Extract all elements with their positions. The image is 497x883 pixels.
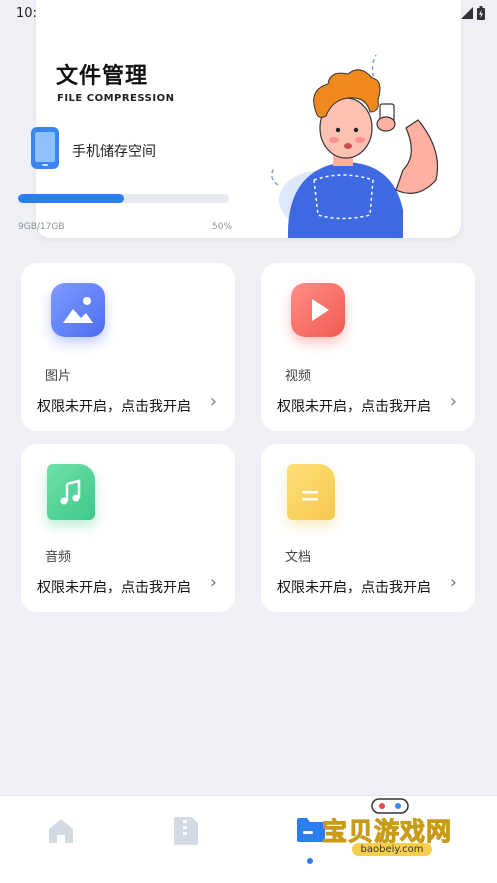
category-permission-text: 权限未开启，点击我开启	[37, 399, 191, 415]
category-card-audio[interactable]: 音频 权限未开启，点击我开启 ›	[21, 444, 235, 612]
nav-compress-button[interactable]	[172, 816, 208, 852]
category-name: 视频	[285, 369, 312, 384]
storage-label: 手机储存空间	[72, 144, 156, 160]
chevron-right-icon: ›	[209, 391, 217, 412]
chevron-right-icon: ›	[449, 572, 457, 593]
watermark-logo: 宝贝游戏网 baobeiy.com	[321, 796, 462, 876]
category-permission-text: 权限未开启，点击我开启	[37, 580, 191, 596]
active-tab-indicator	[307, 858, 313, 864]
zip-file-icon	[174, 817, 198, 845]
category-name: 图片	[45, 369, 72, 384]
phone-icon	[31, 127, 59, 169]
chevron-right-icon: ›	[449, 391, 457, 412]
document-icon	[287, 464, 335, 520]
battery-icon	[477, 6, 485, 20]
watermark-url: baobeiy.com	[352, 843, 432, 856]
category-card-documents[interactable]: 文档 权限未开启，点击我开启 ›	[261, 444, 475, 612]
storage-percent-text: 50%	[212, 222, 233, 232]
chevron-right-icon: ›	[209, 572, 217, 593]
category-permission-text: 权限未开启，点击我开启	[277, 399, 431, 415]
category-permission-text: 权限未开启，点击我开启	[277, 580, 431, 596]
category-card-videos[interactable]: 视频 权限未开启，点击我开启 ›	[261, 263, 475, 431]
storage-progress-bar	[18, 194, 229, 203]
category-name: 文档	[285, 550, 312, 565]
storage-used-text: 9GB/17GB	[18, 222, 65, 232]
signal-icon	[461, 7, 473, 19]
video-play-icon	[291, 283, 345, 337]
storage-progress-fill	[18, 194, 124, 203]
page-title: 文件管理	[56, 64, 149, 89]
image-icon	[51, 283, 105, 337]
category-card-images[interactable]: 图片 权限未开启，点击我开启 ›	[21, 263, 235, 431]
page-subtitle: FILE COMPRESSION	[57, 93, 175, 104]
file-manager-screen: 10:28 文件管理 FILE COMPRESSION 手机储存空间 9GB/1…	[0, 0, 497, 883]
nav-home-button[interactable]	[46, 816, 82, 852]
person-drinking-illustration	[271, 54, 439, 238]
home-icon	[49, 819, 73, 843]
music-note-icon	[47, 464, 95, 520]
category-name: 音频	[45, 550, 72, 565]
